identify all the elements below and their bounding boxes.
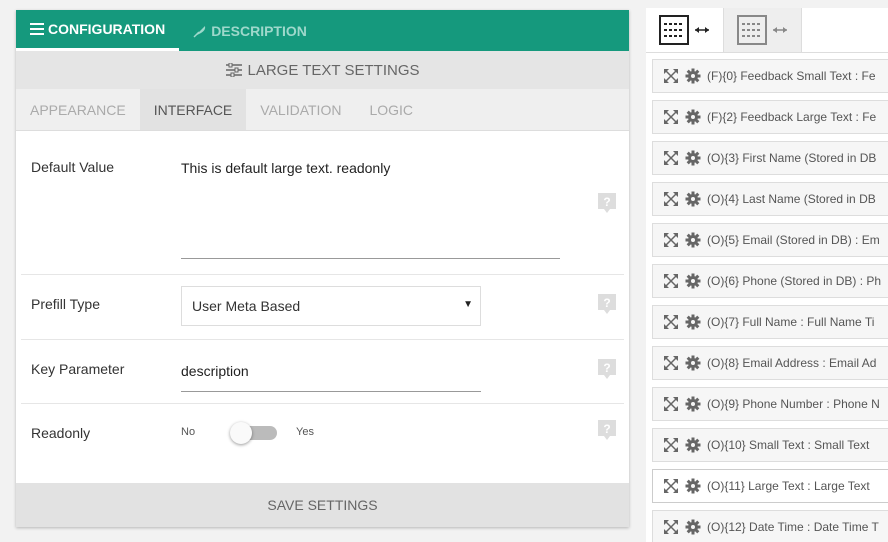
- field-list-item[interactable]: (O){3} First Name (Stored in DB: [652, 141, 888, 175]
- layout-icon: [658, 15, 709, 45]
- field-list-item-label: (O){11} Large Text : Large Text: [707, 479, 870, 493]
- gear-icon[interactable]: [685, 68, 701, 84]
- move-icon[interactable]: [663, 478, 679, 494]
- field-list-item[interactable]: (O){4} Last Name (Stored in DB: [652, 182, 888, 216]
- field-list-item-label: (O){4} Last Name (Stored in DB: [707, 192, 876, 206]
- section-header: LARGE TEXT SETTINGS: [16, 51, 629, 89]
- field-list-item[interactable]: (F){2} Feedback Large Text : Fe: [652, 100, 888, 134]
- field-list-item-label: (O){9} Phone Number : Phone N: [707, 397, 880, 411]
- key-parameter-input[interactable]: description: [181, 363, 481, 392]
- gear-icon[interactable]: [685, 396, 701, 412]
- top-tab-bar: CONFIGURATION DESCRIPTION: [16, 10, 629, 51]
- prefill-type-value: User Meta Based: [192, 298, 301, 314]
- section-title: LARGE TEXT SETTINGS: [247, 61, 420, 79]
- readonly-toggle-knob[interactable]: [230, 422, 252, 444]
- svg-text:?: ?: [603, 296, 610, 310]
- save-settings-button[interactable]: SAVE SETTINGS: [16, 483, 629, 527]
- expand-layout-button[interactable]: [646, 8, 724, 52]
- tab-description[interactable]: DESCRIPTION: [179, 10, 321, 51]
- move-icon[interactable]: [663, 396, 679, 412]
- field-list-item[interactable]: (F){0} Feedback Small Text : Fe: [652, 59, 888, 93]
- tab-validation[interactable]: VALIDATION: [246, 89, 355, 130]
- dropdown-arrow-icon: ▼: [463, 299, 473, 310]
- feather-icon: [193, 25, 206, 38]
- settings-panel: CONFIGURATION DESCRIPTION LARGE TEXT SET…: [16, 10, 629, 527]
- field-list-item-label: (O){12} Date Time : Date Time T: [707, 520, 879, 534]
- field-list-panel: (F){0} Feedback Small Text : Fe (F){2} F…: [646, 8, 888, 542]
- tab-appearance[interactable]: APPEARANCE: [16, 89, 140, 130]
- prefill-type-label: Prefill Type: [31, 296, 100, 312]
- help-icon[interactable]: ?: [598, 294, 616, 314]
- svg-text:?: ?: [603, 422, 610, 436]
- field-list-item[interactable]: (O){11} Large Text : Large Text: [652, 469, 888, 503]
- gear-icon[interactable]: [685, 437, 701, 453]
- move-icon[interactable]: [663, 314, 679, 330]
- gear-icon[interactable]: [685, 355, 701, 371]
- svg-text:?: ?: [603, 361, 610, 375]
- tab-configuration-label: CONFIGURATION: [48, 21, 166, 37]
- tab-configuration[interactable]: CONFIGURATION: [16, 10, 180, 51]
- field-list-item[interactable]: (O){6} Phone (Stored in DB) : Ph: [652, 264, 888, 298]
- gear-icon[interactable]: [685, 519, 701, 535]
- move-icon[interactable]: [663, 273, 679, 289]
- field-list-item[interactable]: (O){10} Small Text : Small Text: [652, 428, 888, 462]
- move-icon[interactable]: [663, 232, 679, 248]
- field-list-item[interactable]: (O){5} Email (Stored in DB) : Em: [652, 223, 888, 257]
- field-list-item-label: (F){0} Feedback Small Text : Fe: [707, 69, 876, 83]
- gear-icon[interactable]: [685, 191, 701, 207]
- default-value-textarea[interactable]: This is default large text. readonly: [181, 160, 560, 259]
- svg-text:?: ?: [603, 195, 610, 209]
- move-icon[interactable]: [663, 68, 679, 84]
- field-list-item-label: (O){6} Phone (Stored in DB) : Ph: [707, 274, 882, 288]
- move-icon[interactable]: [663, 191, 679, 207]
- field-list: (F){0} Feedback Small Text : Fe (F){2} F…: [652, 59, 888, 542]
- save-settings-label: SAVE SETTINGS: [267, 497, 378, 513]
- layout-toolbar: [646, 8, 888, 53]
- gear-icon[interactable]: [685, 150, 701, 166]
- help-icon[interactable]: ?: [598, 359, 616, 379]
- field-list-item-label: (O){7} Full Name : Full Name Ti: [707, 315, 875, 329]
- field-list-item[interactable]: (O){12} Date Time : Date Time T: [652, 510, 888, 542]
- readonly-label: Readonly: [31, 425, 91, 441]
- readonly-off-label: No: [181, 426, 196, 438]
- field-list-item-label: (O){8} Email Address : Email Ad: [707, 356, 877, 370]
- layout-icon: [736, 15, 787, 45]
- prefill-type-select[interactable]: User Meta Based ▼: [181, 286, 481, 326]
- help-icon[interactable]: ?: [598, 420, 616, 440]
- move-icon[interactable]: [663, 109, 679, 125]
- compact-layout-button[interactable]: [724, 8, 802, 52]
- help-icon[interactable]: ?: [598, 193, 616, 213]
- field-list-item-label: (O){3} First Name (Stored in DB: [707, 151, 877, 165]
- move-icon[interactable]: [663, 519, 679, 535]
- move-icon[interactable]: [663, 355, 679, 371]
- tab-description-label: DESCRIPTION: [211, 22, 307, 39]
- gear-icon[interactable]: [685, 478, 701, 494]
- field-list-item[interactable]: (O){8} Email Address : Email Ad: [652, 346, 888, 380]
- field-list-item-label: (O){10} Small Text : Small Text: [707, 438, 870, 452]
- gear-icon[interactable]: [685, 314, 701, 330]
- field-list-item-label: (F){2} Feedback Large Text : Fe: [707, 110, 877, 124]
- gear-icon[interactable]: [685, 273, 701, 289]
- move-icon[interactable]: [663, 437, 679, 453]
- default-value-label: Default Value: [31, 159, 115, 175]
- sub-tab-bar: APPEARANCE INTERFACE VALIDATION LOGIC: [16, 89, 629, 131]
- sliders-icon: [225, 63, 242, 77]
- key-parameter-label: Key Parameter: [31, 361, 125, 377]
- tab-interface[interactable]: INTERFACE: [139, 89, 247, 130]
- gear-icon[interactable]: [685, 109, 701, 125]
- move-icon[interactable]: [663, 150, 679, 166]
- tab-logic[interactable]: LOGIC: [355, 89, 427, 130]
- field-list-item-label: (O){5} Email (Stored in DB) : Em: [707, 233, 880, 247]
- list-icon: [30, 23, 44, 35]
- gear-icon[interactable]: [685, 232, 701, 248]
- field-list-item[interactable]: (O){9} Phone Number : Phone N: [652, 387, 888, 421]
- field-list-item[interactable]: (O){7} Full Name : Full Name Ti: [652, 305, 888, 339]
- readonly-on-label: Yes: [296, 426, 314, 438]
